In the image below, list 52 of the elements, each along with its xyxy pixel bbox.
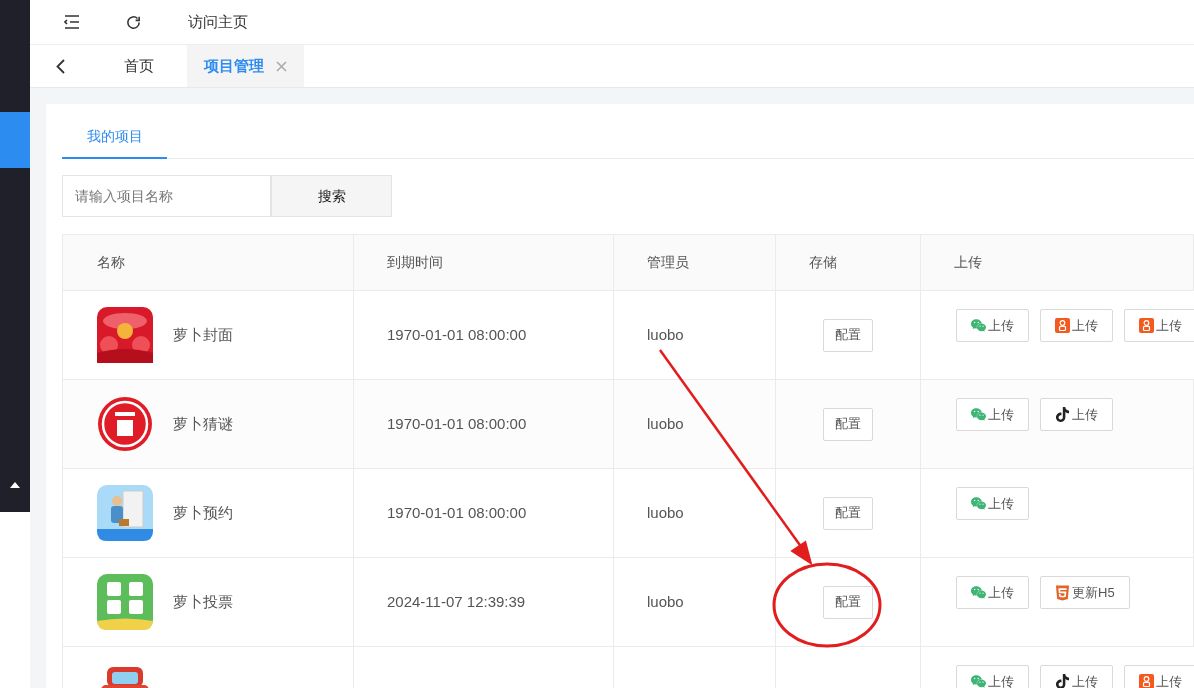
admin-name: luobo bbox=[647, 413, 684, 434]
column-header: 到期时间 bbox=[387, 253, 443, 272]
project-name: 萝卜猜谜 bbox=[173, 413, 233, 434]
chat-bubbles-icon bbox=[971, 407, 986, 422]
upload-button[interactable]: 上传 bbox=[1124, 309, 1194, 342]
upload-button[interactable]: 上传 bbox=[1040, 665, 1113, 688]
search-field[interactable]: 请输入项目名称 bbox=[62, 175, 271, 217]
upload-button[interactable]: 上传 bbox=[956, 487, 1029, 520]
upload-button[interactable]: 上传 bbox=[1040, 309, 1113, 342]
column-header: 上传 bbox=[954, 253, 982, 272]
upload-button[interactable]: 上传 bbox=[956, 398, 1029, 431]
chat-bubbles-icon bbox=[971, 318, 986, 333]
refresh-icon[interactable] bbox=[125, 13, 142, 31]
search-button[interactable]: 搜索 bbox=[271, 175, 392, 217]
project-name: 萝卜预约 bbox=[173, 502, 233, 523]
config-button[interactable]: 配置 bbox=[823, 496, 873, 530]
upload-button[interactable]: 上传 bbox=[1124, 665, 1194, 688]
project-name: 萝卜封面 bbox=[173, 324, 233, 345]
expiry-time: 1970-01-01 08:00:00 bbox=[387, 413, 527, 434]
config-button[interactable]: 配置 bbox=[823, 407, 873, 441]
project-name: 萝卜投票 bbox=[173, 591, 233, 612]
upload-button[interactable]: 上传 bbox=[956, 665, 1029, 688]
column-header: 管理员 bbox=[647, 253, 689, 272]
camera-icon bbox=[1139, 674, 1154, 688]
admin-name: luobo bbox=[647, 502, 684, 523]
camera-icon bbox=[1055, 318, 1070, 333]
visit-homepage-link[interactable]: 访问主页 bbox=[188, 10, 248, 34]
upload-button[interactable]: 上传 bbox=[1040, 398, 1113, 431]
column-header: 存储 bbox=[809, 253, 837, 272]
shield-five-icon bbox=[1055, 584, 1070, 601]
upload-button[interactable]: 上传 bbox=[956, 576, 1029, 609]
upload-button[interactable]: 上传 bbox=[956, 309, 1029, 342]
menu-icon[interactable] bbox=[64, 15, 80, 29]
chevron-left-icon[interactable] bbox=[55, 58, 65, 74]
camera-icon bbox=[1139, 318, 1154, 333]
column-header: 名称 bbox=[97, 253, 125, 272]
triangle-icon[interactable] bbox=[10, 482, 20, 488]
expiry-time: 1970-01-01 08:00:00 bbox=[387, 324, 527, 345]
chat-bubbles-icon bbox=[971, 496, 986, 511]
expiry-time: 2024-11-07 12:39:39 bbox=[387, 591, 526, 612]
upload-button[interactable]: 更新H5 bbox=[1040, 576, 1130, 609]
admin-name: luobo bbox=[647, 324, 684, 345]
page-tab[interactable]: 首页 bbox=[90, 45, 187, 87]
config-button[interactable]: 配置 bbox=[823, 585, 873, 619]
config-button[interactable]: 配置 bbox=[823, 318, 873, 352]
chat-bubbles-icon bbox=[971, 674, 986, 688]
chat-bubbles-icon bbox=[971, 585, 986, 600]
admin-name: luobo bbox=[647, 591, 684, 612]
panel-tab[interactable]: 我的项目 bbox=[62, 116, 167, 159]
music-note-icon bbox=[1055, 674, 1070, 688]
music-note-icon bbox=[1055, 407, 1070, 422]
expiry-time: 1970-01-01 08:00:00 bbox=[387, 502, 527, 523]
